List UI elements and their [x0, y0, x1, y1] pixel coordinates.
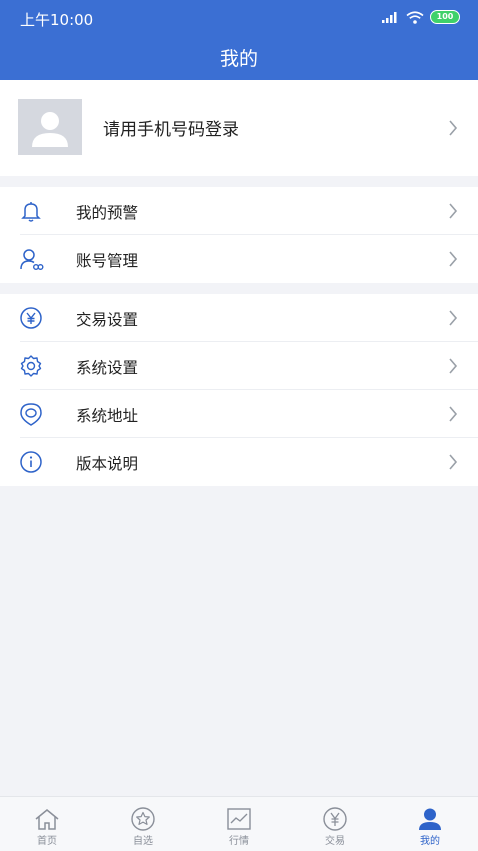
menu-item-trade-settings[interactable]: 交易设置	[0, 294, 478, 342]
bottom-tab-bar: 首页 自选 行情 交易 我的	[0, 796, 478, 851]
chevron-right-icon	[449, 454, 458, 470]
bell-icon	[21, 202, 41, 222]
chevron-right-icon	[449, 203, 458, 219]
wifi-icon	[406, 10, 424, 24]
page-title: 我的	[219, 48, 258, 70]
star-icon	[131, 807, 155, 831]
chevron-right-icon	[449, 358, 458, 374]
tab-label: 交易	[325, 836, 345, 847]
chevron-right-icon	[449, 251, 458, 267]
yen-icon	[323, 807, 347, 831]
tab-watchlist[interactable]: 自选	[113, 797, 173, 851]
tab-home[interactable]: 首页	[17, 797, 77, 851]
signal-icon	[382, 12, 397, 23]
location-icon	[20, 403, 42, 426]
chevron-right-icon	[449, 120, 458, 136]
tab-label: 自选	[133, 836, 153, 847]
menu-item-label: 系统设置	[76, 359, 139, 377]
menu-group-settings: 交易设置 系统设置 系统地址 版本说明	[0, 294, 478, 486]
tab-label: 首页	[37, 836, 57, 847]
status-icons: 100	[382, 10, 460, 24]
menu-item-account[interactable]: 账号管理	[0, 235, 478, 283]
tab-label: 行情	[229, 836, 249, 847]
menu-item-label: 版本说明	[76, 455, 139, 473]
info-icon	[20, 451, 42, 473]
chevron-right-icon	[449, 310, 458, 326]
header-bar: 上午10:00 100 我的	[0, 0, 478, 80]
menu-item-label: 账号管理	[76, 252, 139, 270]
menu-item-version-info[interactable]: 版本说明	[0, 438, 478, 486]
user-icon	[419, 808, 441, 830]
menu-item-alerts[interactable]: 我的预警	[0, 187, 478, 235]
menu-item-system-address[interactable]: 系统地址	[0, 390, 478, 438]
account-icon	[20, 249, 44, 271]
login-card[interactable]: 请用手机号码登录	[0, 80, 478, 176]
tab-mine[interactable]: 我的	[400, 797, 460, 851]
login-prompt: 请用手机号码登录	[103, 120, 239, 140]
chevron-right-icon	[449, 406, 458, 422]
status-bar: 上午10:00 100	[0, 0, 478, 36]
yen-icon	[20, 307, 42, 329]
home-icon	[35, 809, 59, 830]
avatar	[18, 99, 82, 155]
user-placeholder-icon	[32, 112, 68, 147]
chart-icon	[227, 808, 251, 830]
tab-trade[interactable]: 交易	[305, 797, 365, 851]
menu-group-alerts: 我的预警 账号管理	[0, 187, 478, 283]
menu-item-label: 交易设置	[76, 311, 139, 329]
menu-item-label: 系统地址	[76, 407, 139, 425]
battery-icon: 100	[430, 10, 460, 24]
menu-item-system-settings[interactable]: 系统设置	[0, 342, 478, 390]
gear-icon	[20, 355, 42, 377]
status-time: 上午10:00	[20, 11, 94, 29]
tab-label: 我的	[420, 836, 440, 847]
menu-item-label: 我的预警	[76, 204, 139, 222]
tab-market[interactable]: 行情	[209, 797, 269, 851]
